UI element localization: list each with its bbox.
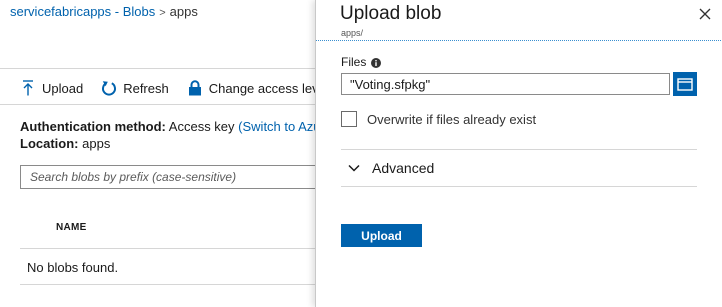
toolbar: Upload Refresh Change access level xyxy=(20,78,316,98)
search-blobs-input[interactable] xyxy=(20,165,316,189)
advanced-bottom-divider xyxy=(341,186,697,187)
close-panel-button[interactable] xyxy=(697,6,713,22)
upload-submit-button[interactable]: Upload xyxy=(341,224,422,247)
close-icon xyxy=(699,8,711,20)
refresh-button-label: Refresh xyxy=(123,80,169,96)
refresh-icon xyxy=(101,79,117,97)
location-value: apps xyxy=(82,136,111,151)
breadcrumb-current: apps xyxy=(169,4,198,19)
browse-files-button[interactable] xyxy=(673,72,697,96)
lock-icon xyxy=(187,79,203,97)
breadcrumb: servicefabricapps - Blobs > apps xyxy=(10,4,198,19)
info-icon[interactable] xyxy=(371,57,382,68)
breadcrumb-root-link[interactable]: servicefabricapps - Blobs xyxy=(10,4,155,19)
toolbar-divider xyxy=(0,104,316,105)
upload-button[interactable]: Upload xyxy=(20,79,83,97)
empty-table-message: No blobs found. xyxy=(27,260,119,275)
switch-auth-link[interactable]: (Switch to Azure AD User Account) xyxy=(238,119,316,134)
column-header-name[interactable]: NAME xyxy=(56,222,87,233)
upload-button-label: Upload xyxy=(42,80,84,96)
upload-blob-panel: Upload blob apps/ Files Overwrite if fil… xyxy=(315,0,722,307)
overwrite-row: Overwrite if files already exist xyxy=(341,111,536,127)
chevron-down-icon xyxy=(348,161,362,175)
upload-arrow-icon xyxy=(20,79,36,97)
advanced-label: Advanced xyxy=(372,160,435,176)
overwrite-checkbox[interactable] xyxy=(341,111,357,127)
auth-method-label: Authentication method: xyxy=(20,119,166,134)
location-row: Location: apps xyxy=(20,136,110,151)
panel-title: Upload blob xyxy=(340,3,442,24)
breadcrumb-separator: > xyxy=(159,7,166,19)
auth-method-value: Access key xyxy=(168,119,235,134)
panel-header-divider xyxy=(316,40,722,41)
files-label: Files xyxy=(341,55,367,69)
change-access-level-button[interactable]: Change access level xyxy=(187,79,316,97)
folder-icon xyxy=(677,77,693,91)
table-bottom-divider xyxy=(20,284,316,285)
change-access-level-label: Change access level xyxy=(208,80,316,96)
panel-subtitle: apps/ xyxy=(341,28,364,38)
table-header-divider xyxy=(20,248,316,249)
files-field[interactable] xyxy=(341,73,670,95)
blob-container-blade: servicefabricapps - Blobs > apps Upload Re… xyxy=(0,0,316,307)
auth-method-row: Authentication method: Access key (Switc… xyxy=(20,119,316,134)
location-label: Location: xyxy=(20,136,79,151)
refresh-button[interactable]: Refresh xyxy=(101,79,169,97)
header-divider xyxy=(0,68,316,69)
overwrite-label[interactable]: Overwrite if files already exist xyxy=(367,112,536,127)
files-label-row: Files xyxy=(341,55,382,69)
advanced-section-toggle[interactable]: Advanced xyxy=(341,150,697,186)
